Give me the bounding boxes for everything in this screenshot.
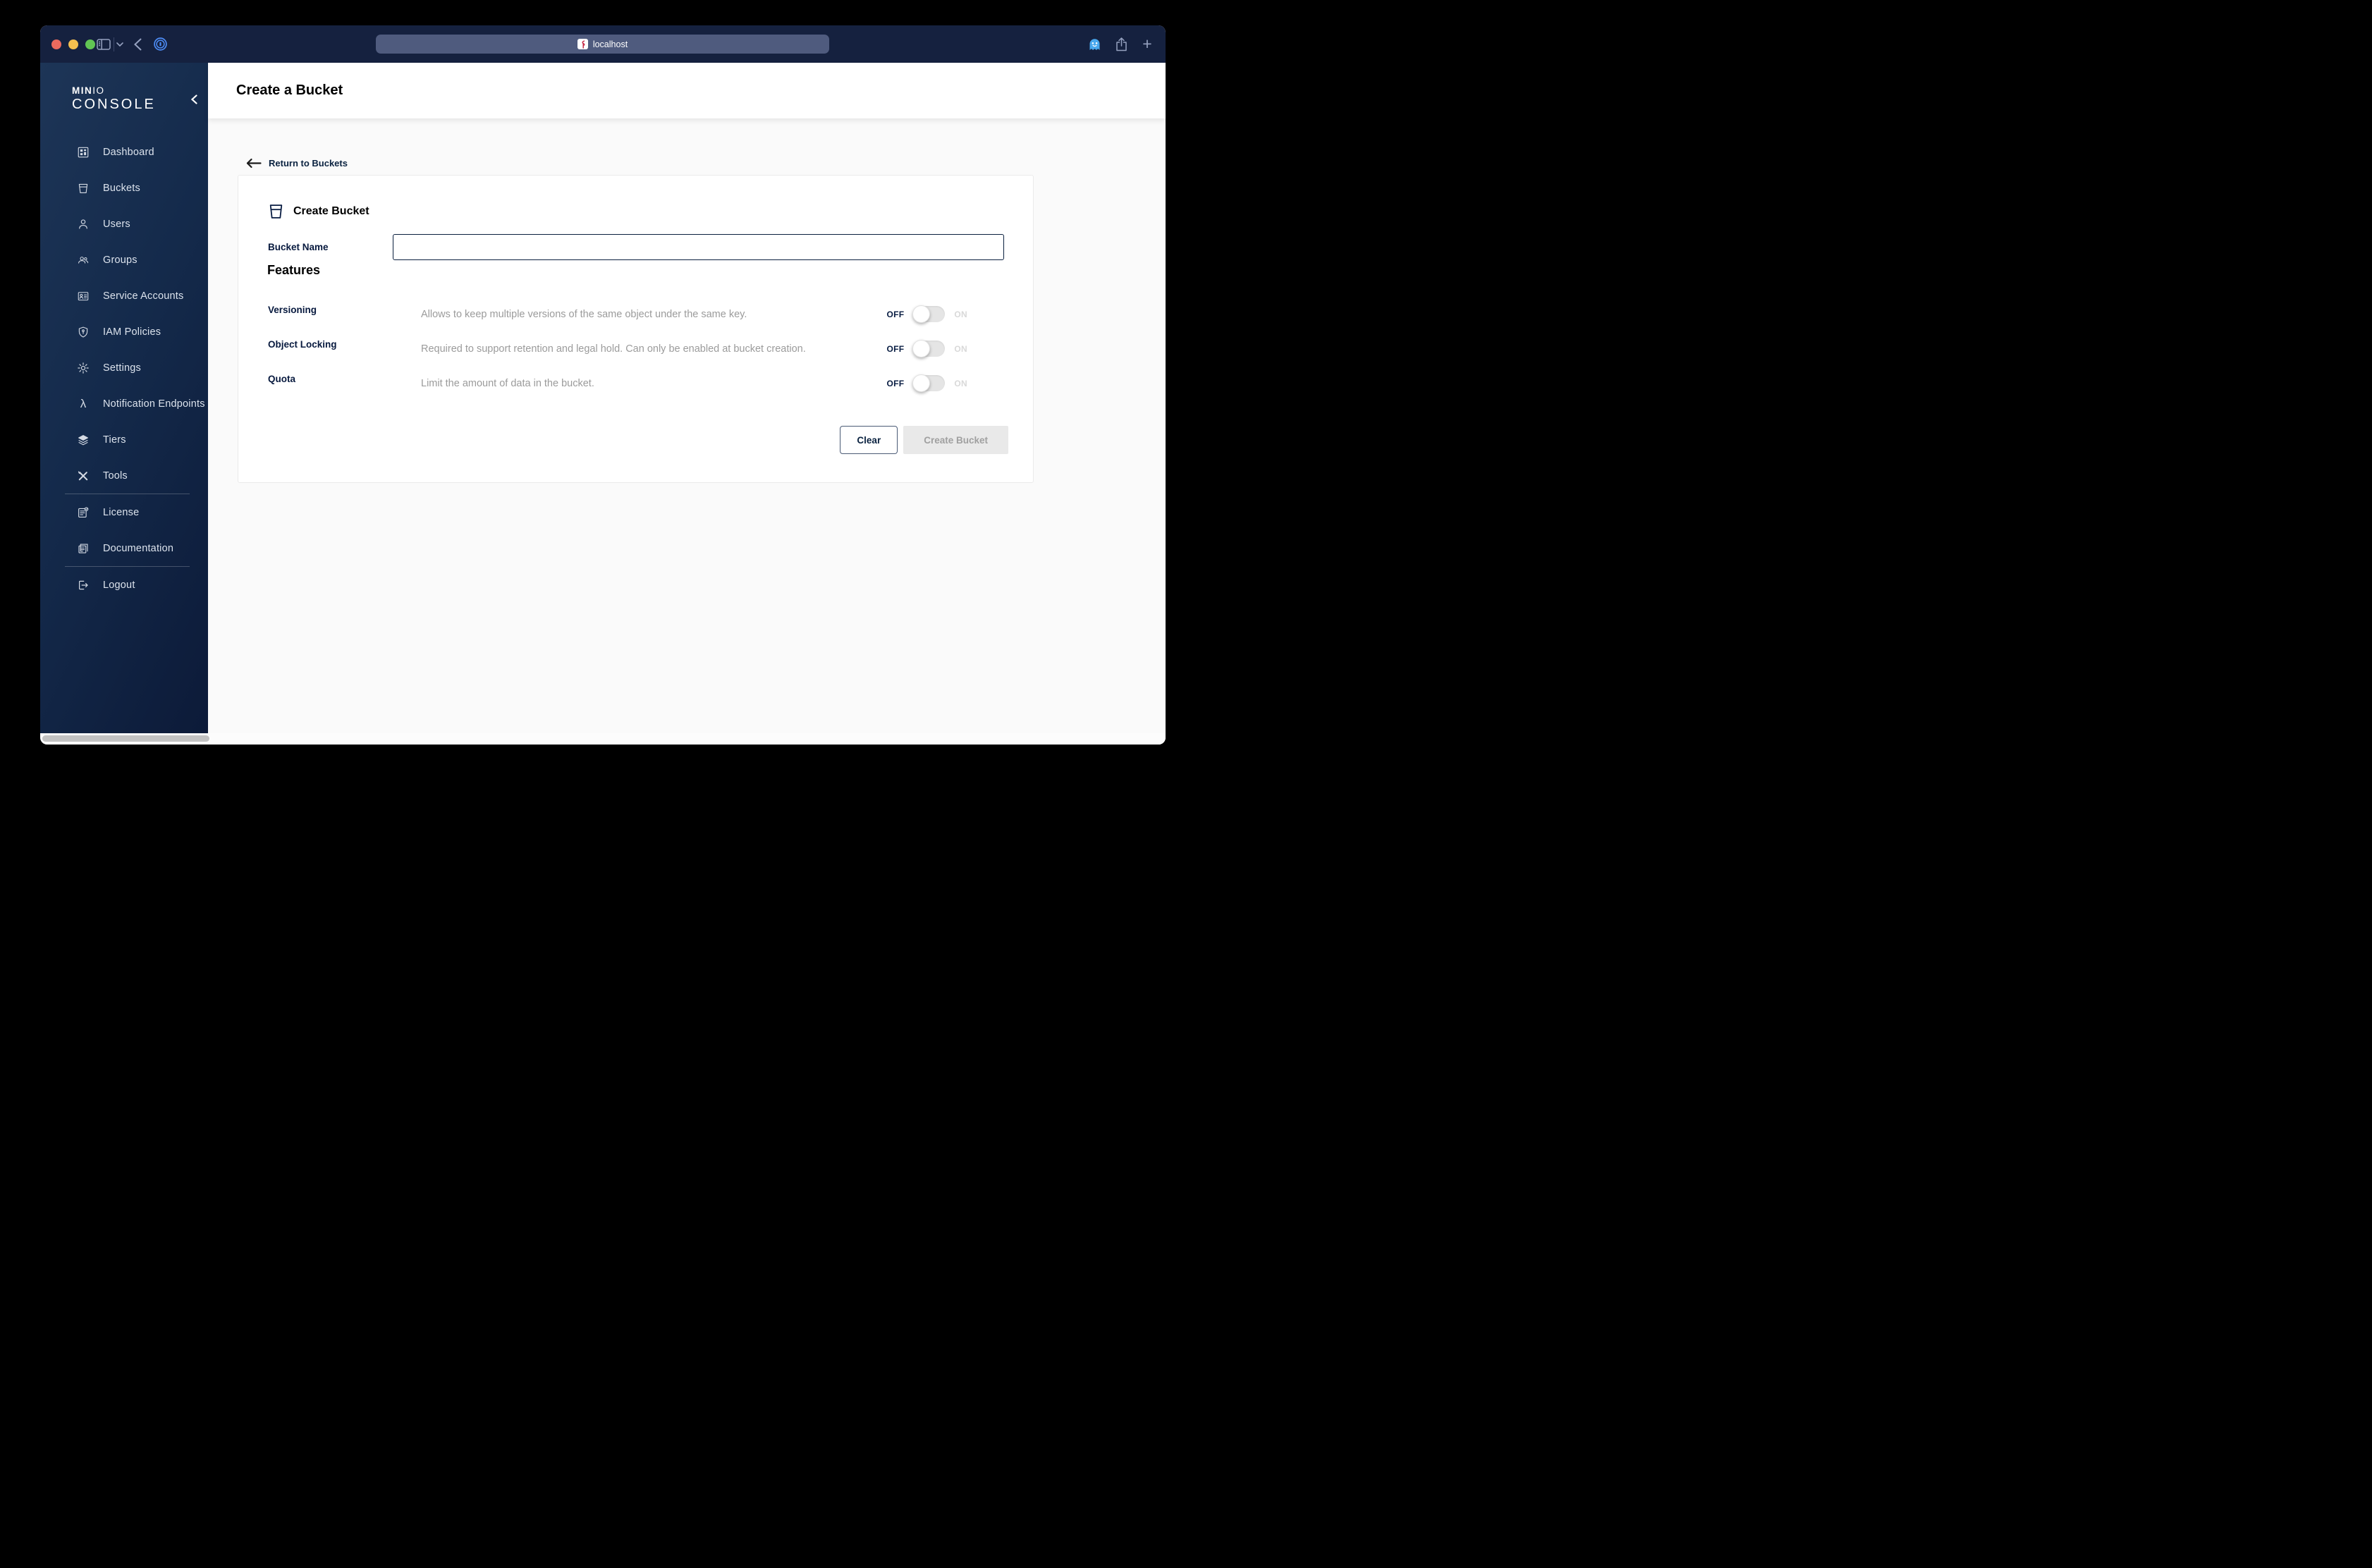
group-icon — [77, 254, 90, 267]
sidebar-toggle-icon[interactable] — [95, 25, 112, 63]
sidebar-item-tools[interactable]: Tools — [40, 458, 208, 494]
feature-row-versioning: Versioning Allows to keep multiple versi… — [268, 297, 1008, 331]
sidebar-item-logout[interactable]: Logout — [40, 567, 208, 603]
versioning-toggle[interactable] — [912, 305, 946, 323]
features-heading: Features — [267, 263, 321, 277]
sidebar-item-tiers[interactable]: Tiers — [40, 422, 208, 458]
minimize-window-button[interactable] — [68, 39, 78, 49]
tools-icon — [77, 470, 90, 482]
feature-row-object-locking: Object Locking Required to support reten… — [268, 331, 1008, 366]
license-icon — [77, 506, 90, 519]
close-window-button[interactable] — [51, 39, 61, 49]
address-bar[interactable]: localhost — [376, 35, 829, 54]
window-controls — [51, 39, 95, 49]
user-icon — [77, 218, 90, 231]
arrow-left-icon — [246, 158, 262, 169]
sidebar-item-license[interactable]: License — [40, 494, 208, 530]
create-bucket-card: Create Bucket Bucket Name Features Versi… — [238, 175, 1034, 483]
sidebar-item-buckets[interactable]: Buckets — [40, 170, 208, 206]
bucket-icon — [269, 204, 283, 219]
on-label: ON — [954, 309, 967, 319]
screen: localhost + MINIO CONSOLE Dashboard Buck… — [0, 0, 1186, 784]
sidebar-item-documentation[interactable]: Documentation — [40, 530, 208, 566]
lambda-icon: λ — [80, 397, 87, 410]
dashboard-icon — [77, 146, 90, 159]
sidebar-nav: Dashboard Buckets Users Groups Service A… — [40, 134, 208, 603]
site-favicon — [577, 39, 588, 49]
sidebar-item-settings[interactable]: Settings — [40, 350, 208, 386]
onepassword-icon[interactable] — [152, 25, 169, 63]
return-to-buckets-link[interactable]: Return to Buckets — [245, 158, 348, 169]
bucket-icon — [77, 182, 90, 195]
minio-console-logo: MINIO CONSOLE — [40, 63, 208, 113]
quota-toggle[interactable] — [912, 374, 946, 392]
sidebar-item-service-accounts[interactable]: Service Accounts — [40, 278, 208, 314]
page-body: Return to Buckets Create Bucket Bucket N… — [208, 118, 1166, 745]
logout-icon — [77, 579, 90, 592]
zoom-window-button[interactable] — [85, 39, 95, 49]
gear-icon — [77, 362, 90, 374]
bucket-name-label: Bucket Name — [268, 242, 329, 252]
id-card-icon — [77, 290, 90, 302]
clear-button[interactable]: Clear — [840, 426, 898, 454]
sidebar-item-notification-endpoints[interactable]: λ Notification Endpoints — [40, 386, 208, 422]
off-label: OFF — [886, 343, 905, 354]
chevron-down-icon[interactable] — [114, 25, 126, 63]
page-header: Create a Bucket — [208, 63, 1166, 118]
off-label: OFF — [886, 378, 905, 388]
card-title: Create Bucket — [293, 204, 369, 217]
on-label: ON — [954, 378, 967, 388]
shield-icon — [77, 326, 90, 338]
sidebar-item-groups[interactable]: Groups — [40, 242, 208, 278]
browser-toolbar: localhost + — [40, 25, 1166, 63]
bucket-name-input[interactable] — [393, 234, 1004, 260]
back-icon[interactable] — [130, 25, 145, 63]
off-label: OFF — [886, 309, 905, 319]
sidebar: MINIO CONSOLE Dashboard Buckets Users Gr… — [40, 63, 208, 745]
main-content: Create a Bucket Return to Buckets Create… — [208, 63, 1166, 745]
documentation-icon — [77, 542, 90, 555]
page-title: Create a Bucket — [236, 82, 343, 98]
layers-icon — [77, 434, 90, 446]
browser-window: localhost + MINIO CONSOLE Dashboard Buck… — [40, 25, 1166, 745]
new-tab-icon[interactable]: + — [1139, 25, 1156, 63]
sidebar-item-iam-policies[interactable]: IAM Policies — [40, 314, 208, 350]
sidebar-item-dashboard[interactable]: Dashboard — [40, 134, 208, 170]
sidebar-collapse-button[interactable] — [185, 91, 202, 108]
object-locking-toggle[interactable] — [912, 340, 946, 357]
sidebar-item-users[interactable]: Users — [40, 206, 208, 242]
feature-row-quota: Quota Limit the amount of data in the bu… — [268, 366, 1008, 400]
scrollbar-thumb[interactable] — [42, 735, 209, 742]
create-bucket-button[interactable]: Create Bucket — [903, 426, 1008, 454]
horizontal-scrollbar — [40, 733, 1166, 745]
url-text: localhost — [592, 39, 628, 49]
on-label: ON — [954, 343, 967, 354]
share-icon[interactable] — [1113, 25, 1130, 63]
ghostery-icon[interactable] — [1086, 25, 1103, 63]
